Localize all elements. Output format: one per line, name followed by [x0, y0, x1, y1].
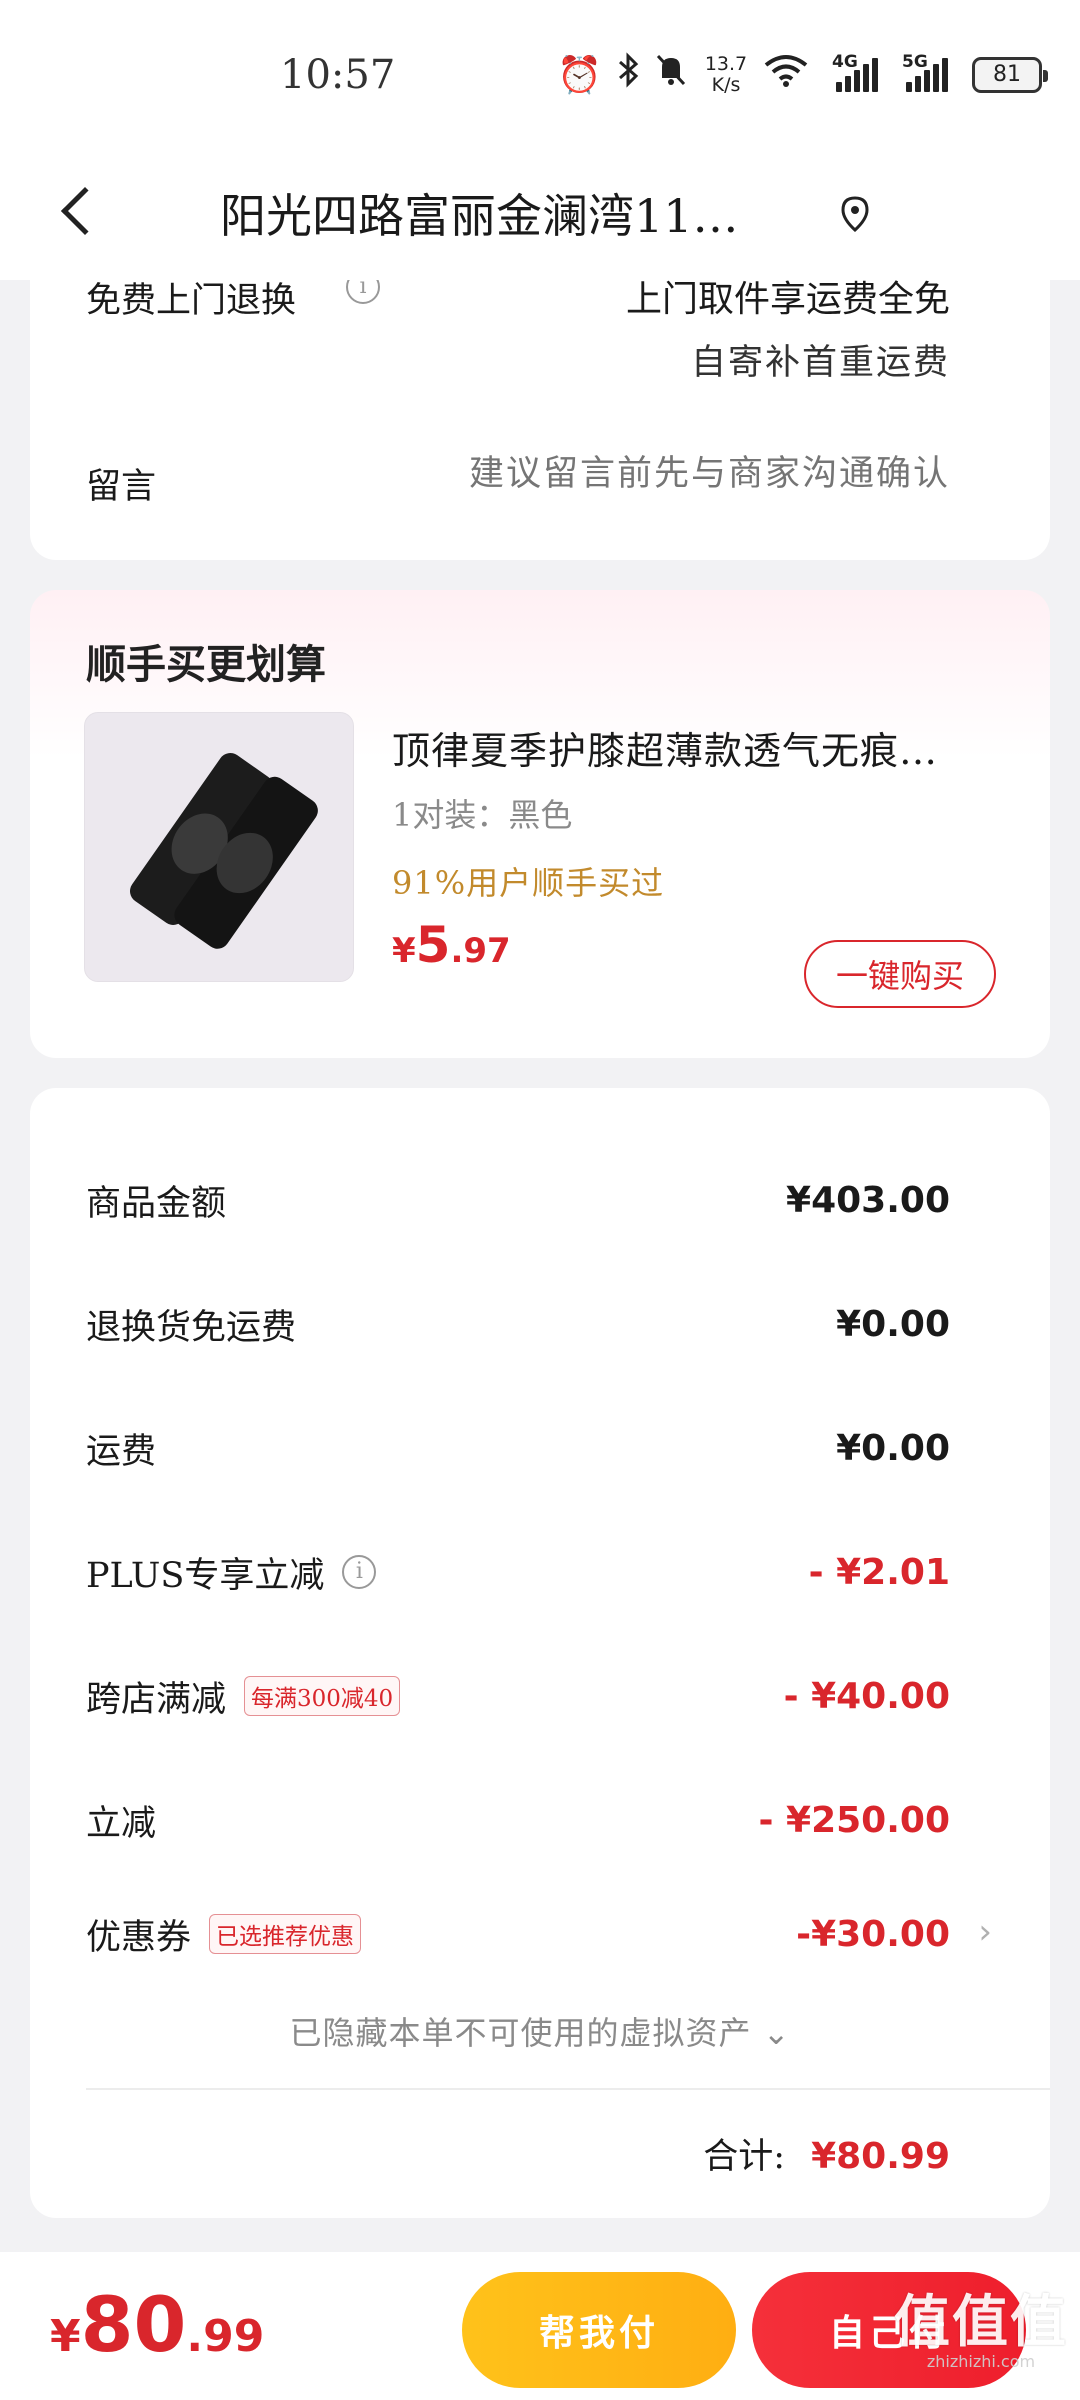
total-label: 合计: — [703, 2137, 786, 2177]
status-icons: ⏰ 13.7 K/s 4G 5G 81 — [557, 52, 1048, 97]
message-label: 留言 — [86, 467, 157, 507]
order-summary-card: 商品金额 ¥403.00 退换货免运费 ¥0.00 运费 ¥0.00 PLUS专… — [30, 1088, 1050, 2218]
addon-section-title: 顺手买更划算 — [86, 642, 326, 688]
pay-currency: ¥ — [50, 2311, 81, 2362]
product-image[interactable] — [84, 712, 354, 982]
social-proof-text: 91%用户顺手买过 — [392, 864, 665, 902]
watermark-text: 值值值 — [894, 2290, 1068, 2355]
chevron-down-icon: ⌄ — [762, 2014, 791, 2052]
row-value: - ¥2.01 — [808, 1551, 950, 1593]
pay-amount: ¥80.99 — [50, 2280, 264, 2369]
price-currency: ¥ — [392, 931, 416, 971]
row-label: 商品金额 — [86, 1183, 227, 1224]
signal-4g-icon: 4G — [832, 52, 878, 92]
row-value: -¥30.00 — [796, 1913, 950, 1955]
divider — [86, 2088, 1050, 2090]
row-value: ¥0.00 — [836, 1303, 950, 1345]
chevron-right-icon[interactable]: › — [978, 1912, 992, 1952]
signal-5g-icon: 5G — [902, 52, 948, 92]
return-service-note: 自寄补首重运费 — [690, 343, 950, 383]
summary-row-instant-discount: 立减 - ¥250.00 — [86, 1790, 950, 1850]
product-spec: 1对装：黑色 — [392, 796, 573, 834]
summary-row-cross-store: 跨店满减 每满300减40 - ¥40.00 — [86, 1666, 950, 1726]
row-value: ¥403.00 — [786, 1179, 950, 1221]
row-value: ¥0.00 — [836, 1427, 950, 1469]
watermark: 值值值 zhizhizhi.com — [894, 2290, 1068, 2372]
net-speed-value: 13.7 — [704, 52, 748, 75]
summary-row-goods-amount: 商品金额 ¥403.00 — [86, 1170, 950, 1230]
price-integer: 5 — [415, 916, 451, 974]
alarm-icon: ⏰ — [557, 54, 602, 96]
hidden-assets-text: 已隐藏本单不可使用的虚拟资产 — [289, 2014, 752, 2052]
summary-row-plus-discount: PLUS专享立减 i - ¥2.01 — [86, 1542, 950, 1602]
chevron-left-icon — [60, 186, 110, 236]
row-label: PLUS专享立减 — [86, 1555, 325, 1596]
signal-5g-label: 5G — [902, 51, 928, 72]
summary-row-return-shipping: 退换货免运费 ¥0.00 — [86, 1294, 950, 1354]
row-value: - ¥40.00 — [783, 1675, 950, 1717]
back-button[interactable] — [56, 176, 110, 246]
product-price: ¥5.97 — [392, 916, 511, 974]
total-value: ¥80.99 — [811, 2136, 950, 2177]
product-title[interactable]: 顶律夏季护膝超薄款透气无痕… — [392, 720, 1012, 775]
price-decimal: .97 — [450, 931, 511, 971]
info-icon[interactable]: i — [342, 1555, 377, 1589]
pay-integer: 80 — [80, 2280, 187, 2369]
addon-card: 顺手买更划算 顶律夏季护膝超薄款透气无痕… 1对装：黑色 91%用户顺手买过 ¥… — [30, 590, 1050, 1058]
wifi-icon — [764, 53, 808, 96]
row-label: 运费 — [86, 1431, 157, 1472]
summary-row-coupon[interactable]: 优惠券 已选推荐优惠 -¥30.00 — [86, 1904, 950, 1964]
delivery-options-card: 免费上门退换 i 上门取件享运费全免 自寄补首重运费 留言 — [30, 240, 1050, 560]
total-row: 合计: ¥80.99 — [703, 2128, 950, 2179]
row-label: 立减 — [86, 1803, 157, 1844]
row-label-wrap: 跨店满减 每满300减40 — [86, 1671, 401, 1722]
battery-icon: 81 — [972, 56, 1048, 93]
message-input[interactable] — [390, 454, 950, 494]
one-click-buy-button[interactable]: 一键购买 — [804, 940, 996, 1008]
checkout-bar: ¥80.99 帮我付 自己付 值值值 zhizhizhi.com — [0, 2252, 1080, 2400]
row-label: 优惠券 — [86, 1917, 192, 1958]
row-label-wrap: PLUS专享立减 i — [86, 1547, 377, 1598]
row-value: - ¥250.00 — [758, 1799, 950, 1841]
summary-row-shipping: 运费 ¥0.00 — [86, 1418, 950, 1478]
location-pin-icon[interactable] — [838, 194, 872, 234]
signal-4g-label: 4G — [832, 51, 858, 72]
promo-tag: 每满300减40 — [244, 1676, 401, 1716]
pay-decimal: .99 — [186, 2311, 265, 2362]
delivery-address[interactable]: 阳光四路富丽金澜湾11… — [220, 180, 800, 246]
page-header: 阳光四路富丽金澜湾11… — [0, 150, 1080, 280]
bluetooth-icon — [616, 52, 640, 97]
help-me-pay-button[interactable]: 帮我付 — [462, 2272, 736, 2388]
coupon-tag: 已选推荐优惠 — [209, 1914, 362, 1954]
net-speed: 13.7 K/s — [702, 52, 750, 96]
hidden-assets-toggle[interactable]: 已隐藏本单不可使用的虚拟资产 ⌄ — [30, 2008, 1050, 2054]
net-speed-unit: K/s — [711, 73, 741, 96]
row-label: 退换货免运费 — [86, 1307, 297, 1348]
mute-bell-icon — [654, 52, 688, 97]
status-time: 10:57 — [280, 52, 396, 98]
row-label: 跨店满减 — [86, 1679, 227, 1720]
status-bar: 10:57 ⏰ 13.7 K/s 4G 5G 81 — [0, 0, 1080, 150]
row-label-wrap: 优惠券 已选推荐优惠 — [86, 1909, 362, 1960]
